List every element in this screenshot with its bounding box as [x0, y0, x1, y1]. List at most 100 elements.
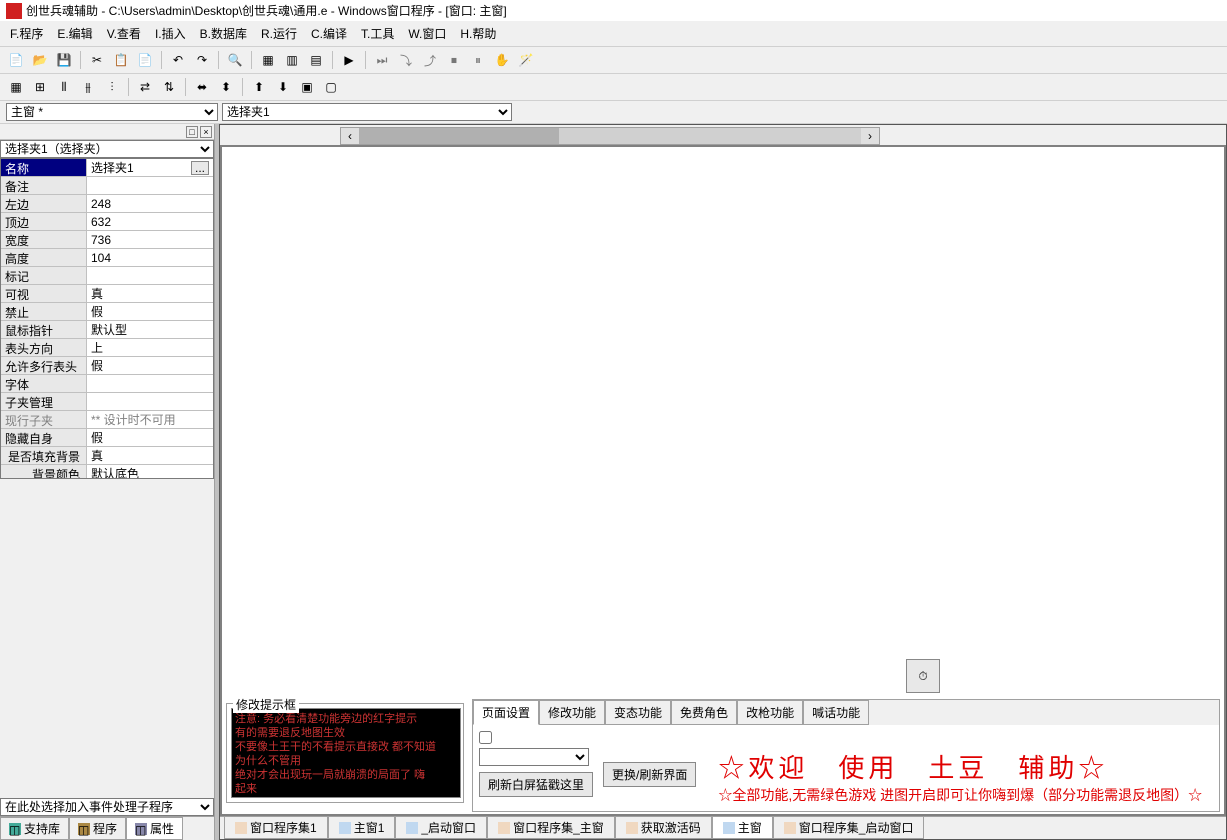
bottom-tab-4[interactable]: 获取激活码: [615, 817, 712, 839]
bottom-tab-3[interactable]: 窗口程序集_主窗: [487, 817, 615, 839]
run-icon[interactable]: ▶: [339, 50, 359, 70]
property-value[interactable]: 248: [87, 195, 213, 212]
ungroup-icon[interactable]: ▢: [321, 77, 341, 97]
align2-icon[interactable]: ⫵: [78, 77, 98, 97]
tab-4[interactable]: 改枪功能: [737, 700, 803, 725]
tab-0[interactable]: 页面设置: [473, 700, 539, 725]
panel-close-icon[interactable]: ×: [200, 126, 212, 138]
menu-program[interactable]: F.程序: [10, 25, 43, 42]
new-icon[interactable]: 📄: [6, 50, 26, 70]
property-value[interactable]: 假: [87, 303, 213, 320]
form-canvas[interactable]: ⏱ 修改提示框 注意: 务必看清楚功能旁边的红字提示有的需要退反地图生效不要像土…: [222, 147, 1224, 814]
layout2-icon[interactable]: ▥: [282, 50, 302, 70]
option-select[interactable]: [479, 748, 589, 766]
property-row[interactable]: 名称选择夹1...: [1, 159, 213, 177]
menu-compile[interactable]: C.编译: [311, 25, 347, 42]
property-row[interactable]: 隐藏自身假: [1, 429, 213, 447]
property-value[interactable]: 默认底色: [87, 465, 213, 479]
refresh-ui-button[interactable]: 更换/刷新界面: [603, 762, 696, 787]
property-row[interactable]: 子夹管理: [1, 393, 213, 411]
tab-properties[interactable]: ◫属性: [126, 817, 183, 840]
property-value[interactable]: 上: [87, 339, 213, 356]
property-value[interactable]: 真: [87, 447, 213, 464]
tab-program[interactable]: ◫程序: [69, 817, 126, 840]
scroll-left-icon[interactable]: ‹: [341, 128, 359, 144]
undo-icon[interactable]: ↶: [168, 50, 188, 70]
timer-icon[interactable]: ⏱: [906, 659, 940, 693]
back-icon[interactable]: ⬇: [273, 77, 293, 97]
property-row[interactable]: 标记: [1, 267, 213, 285]
ellipsis-button[interactable]: ...: [191, 161, 209, 175]
property-value[interactable]: ** 设计时不可用: [87, 411, 213, 428]
event-select[interactable]: 在此处选择加入事件处理子程序: [0, 798, 214, 816]
property-row[interactable]: 可视真: [1, 285, 213, 303]
property-value[interactable]: 真: [87, 285, 213, 302]
property-value[interactable]: 632: [87, 213, 213, 230]
cut-icon[interactable]: ✂: [87, 50, 107, 70]
grid-icon[interactable]: ▦: [6, 77, 26, 97]
stop-icon[interactable]: ⏸: [468, 50, 488, 70]
property-row[interactable]: 表头方向上: [1, 339, 213, 357]
property-row[interactable]: 字体: [1, 375, 213, 393]
align1-icon[interactable]: ⫴: [54, 77, 74, 97]
tab-3[interactable]: 免费角色: [671, 700, 737, 725]
property-value[interactable]: [87, 375, 213, 392]
breakpoint-icon[interactable]: ⏹: [444, 50, 464, 70]
horizontal-scrollbar[interactable]: ‹ ›: [340, 127, 880, 145]
layout1-icon[interactable]: ▦: [258, 50, 278, 70]
layout3-icon[interactable]: ▤: [306, 50, 326, 70]
property-value[interactable]: [87, 267, 213, 284]
tab-2[interactable]: 变态功能: [605, 700, 671, 725]
property-value[interactable]: 假: [87, 357, 213, 374]
bottom-tab-1[interactable]: 主窗1: [328, 817, 396, 839]
bottom-tab-0[interactable]: 窗口程序集1: [224, 817, 328, 839]
property-row[interactable]: 是否填充背景真: [1, 447, 213, 465]
property-value[interactable]: [87, 177, 213, 194]
acenter-icon[interactable]: ⬍: [216, 77, 236, 97]
menu-help[interactable]: H.帮助: [460, 25, 496, 42]
property-row[interactable]: 背景颜色默认底色: [1, 465, 213, 479]
copy-icon[interactable]: 📋: [111, 50, 131, 70]
component-select[interactable]: 选择夹1（选择夹）: [0, 140, 214, 158]
property-value[interactable]: 104: [87, 249, 213, 266]
property-row[interactable]: 鼠标指针默认型: [1, 321, 213, 339]
menu-view[interactable]: V.查看: [107, 25, 141, 42]
redo-icon[interactable]: ↷: [192, 50, 212, 70]
bottom-tab-2[interactable]: _启动窗口: [395, 817, 487, 839]
hflip-icon[interactable]: ⇄: [135, 77, 155, 97]
wand-icon[interactable]: 🪄: [516, 50, 536, 70]
property-row[interactable]: 顶边632: [1, 213, 213, 231]
cursor-icon[interactable]: ✋: [492, 50, 512, 70]
step-icon[interactable]: ⏭: [372, 50, 392, 70]
property-row[interactable]: 现行子夹** 设计时不可用: [1, 411, 213, 429]
checkbox[interactable]: [479, 731, 492, 744]
panel-pin-icon[interactable]: □: [186, 126, 198, 138]
tab-5[interactable]: 喊话功能: [803, 700, 869, 725]
stepout-icon[interactable]: ⤴: [420, 50, 440, 70]
refresh-baiping-button[interactable]: 刷新白屏猛戳这里: [479, 772, 593, 797]
window-select[interactable]: 主窗 *: [6, 103, 218, 121]
menu-window[interactable]: W.窗口: [408, 25, 446, 42]
tab-1[interactable]: 修改功能: [539, 700, 605, 725]
menu-tools[interactable]: T.工具: [361, 25, 394, 42]
aleft-icon[interactable]: ⬌: [192, 77, 212, 97]
save-icon[interactable]: 💾: [54, 50, 74, 70]
property-row[interactable]: 禁止假: [1, 303, 213, 321]
group-icon[interactable]: ▣: [297, 77, 317, 97]
menu-database[interactable]: B.数据库: [200, 25, 247, 42]
property-grid[interactable]: 名称选择夹1...备注左边248顶边632宽度736高度104标记可视真禁止假鼠…: [0, 158, 214, 479]
open-icon[interactable]: 📂: [30, 50, 50, 70]
property-row[interactable]: 备注: [1, 177, 213, 195]
control-select[interactable]: 选择夹1: [222, 103, 512, 121]
property-row[interactable]: 允许多行表头假: [1, 357, 213, 375]
vflip-icon[interactable]: ⇅: [159, 77, 179, 97]
property-value[interactable]: 默认型: [87, 321, 213, 338]
property-value[interactable]: [87, 393, 213, 410]
find-icon[interactable]: 🔍: [225, 50, 245, 70]
menu-edit[interactable]: E.编辑: [57, 25, 92, 42]
property-value[interactable]: 736: [87, 231, 213, 248]
bottom-tab-5[interactable]: 主窗: [712, 817, 773, 839]
property-value[interactable]: 假: [87, 429, 213, 446]
property-row[interactable]: 高度104: [1, 249, 213, 267]
property-value[interactable]: 选择夹1...: [87, 159, 213, 176]
